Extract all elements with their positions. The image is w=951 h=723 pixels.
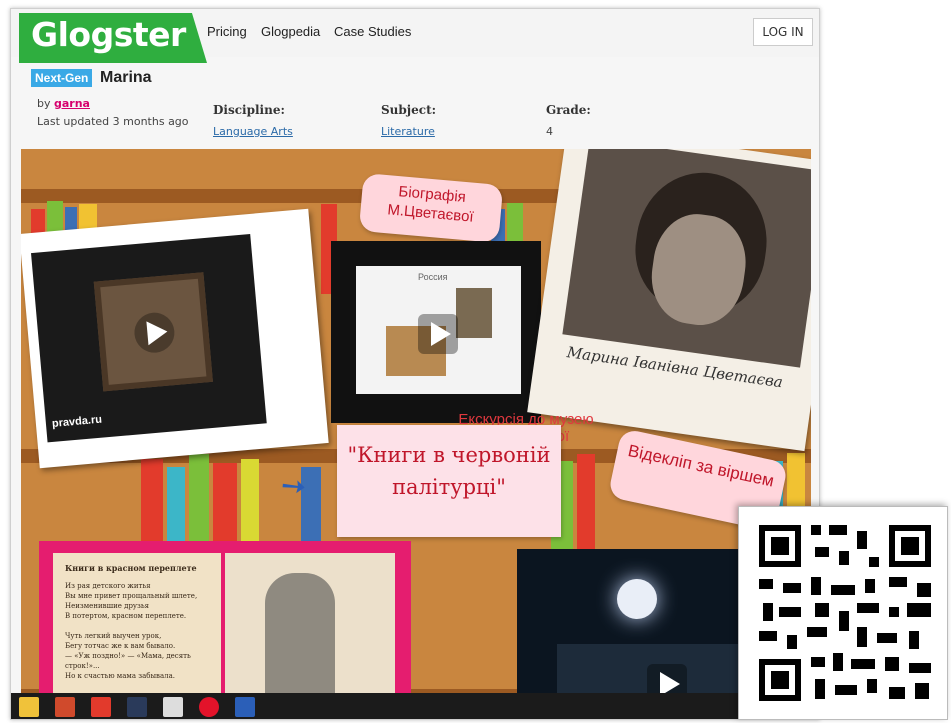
app-icon[interactable] bbox=[55, 697, 75, 717]
glog-canvas: pravda.ru Біографія М.Цветаєвої Россия М… bbox=[21, 149, 811, 719]
author-line: by garna bbox=[37, 97, 90, 110]
pravda-watermark: pravda.ru bbox=[51, 413, 103, 430]
nav-pricing[interactable]: Pricing bbox=[207, 24, 247, 39]
qr-code-graphic bbox=[759, 525, 931, 701]
book-title-note: "Книги в червоній палітурці" bbox=[337, 425, 561, 537]
play-icon[interactable] bbox=[418, 314, 458, 354]
nav-glogpedia[interactable]: Glogpedia bbox=[261, 24, 320, 39]
folder-icon[interactable] bbox=[19, 697, 39, 717]
steam-icon[interactable] bbox=[127, 697, 147, 717]
portrait-card[interactable]: Марина Іванівна Цветаєва bbox=[527, 149, 811, 452]
poem-line bbox=[65, 621, 209, 631]
grade-value: 4 bbox=[546, 125, 553, 138]
grade-label: Grade: bbox=[546, 103, 591, 117]
poem-line: — «Уж поздно!» — «Мама, десять строк!»..… bbox=[65, 652, 191, 670]
login-button[interactable]: LOG IN bbox=[753, 18, 813, 46]
video-card-pravda[interactable]: pravda.ru bbox=[21, 208, 329, 469]
video-player[interactable]: pravda.ru bbox=[31, 233, 267, 443]
slide-preview: Россия bbox=[356, 266, 521, 394]
poem-lines: Из рая детского житья Вы мне привет проща… bbox=[65, 581, 209, 681]
next-gen-badge: Next-Gen bbox=[31, 69, 93, 87]
discipline-label: Discipline: bbox=[213, 103, 285, 117]
glog-title: Marina bbox=[100, 69, 152, 86]
top-navbar: Glogster Pricing Glogpedia Case Studies … bbox=[11, 9, 819, 63]
poem-line: Бегу тотчас же к вам бывало. bbox=[65, 642, 176, 650]
subject-label: Subject: bbox=[381, 103, 437, 117]
browser-page: Glogster Pricing Glogpedia Case Studies … bbox=[10, 8, 820, 720]
video-card-slideshow[interactable]: Россия bbox=[331, 241, 541, 423]
poem-title: Книги в красном переплете bbox=[65, 563, 197, 573]
unity-icon[interactable] bbox=[163, 697, 183, 717]
nav-case-studies[interactable]: Case Studies bbox=[334, 24, 411, 39]
poem-line: Из рая детского житья bbox=[65, 582, 151, 590]
poem-line: Неизменившие друзья bbox=[65, 602, 150, 610]
moon bbox=[617, 579, 657, 619]
opera-icon[interactable] bbox=[199, 697, 219, 717]
subject-link[interactable]: Literature bbox=[381, 125, 436, 138]
slide-photo bbox=[456, 288, 492, 338]
discipline-block: Discipline: Language Arts bbox=[213, 103, 293, 138]
poem-line: Чуть легкий выучен урок, bbox=[65, 632, 162, 640]
by-prefix: by bbox=[37, 97, 51, 110]
qr-code bbox=[738, 506, 948, 720]
discipline-link[interactable]: Language Arts bbox=[213, 125, 293, 138]
logo-text: Glogster bbox=[31, 15, 186, 54]
grade-block: Grade: 4 bbox=[546, 103, 591, 138]
subject-block: Subject: Literature bbox=[381, 103, 436, 138]
glogster-logo[interactable]: Glogster bbox=[19, 13, 207, 63]
author-link[interactable]: garna bbox=[54, 97, 90, 110]
word-icon[interactable] bbox=[235, 697, 255, 717]
sticky-biography[interactable]: Біографія М.Цветаєвої bbox=[358, 173, 504, 243]
poem-line: Но к счастью мама забывала. bbox=[65, 672, 175, 680]
poem-line: В потертом, красном переплете. bbox=[65, 612, 187, 620]
illustration-figure bbox=[265, 573, 335, 713]
taskbar bbox=[11, 693, 819, 719]
slide-title: Россия bbox=[418, 272, 448, 282]
last-updated: Last updated 3 months ago bbox=[37, 115, 189, 128]
poem-line: Вы мне привет прощальный шлете, bbox=[65, 592, 198, 600]
mail-icon[interactable] bbox=[91, 697, 111, 717]
portrait-photo bbox=[562, 149, 811, 368]
